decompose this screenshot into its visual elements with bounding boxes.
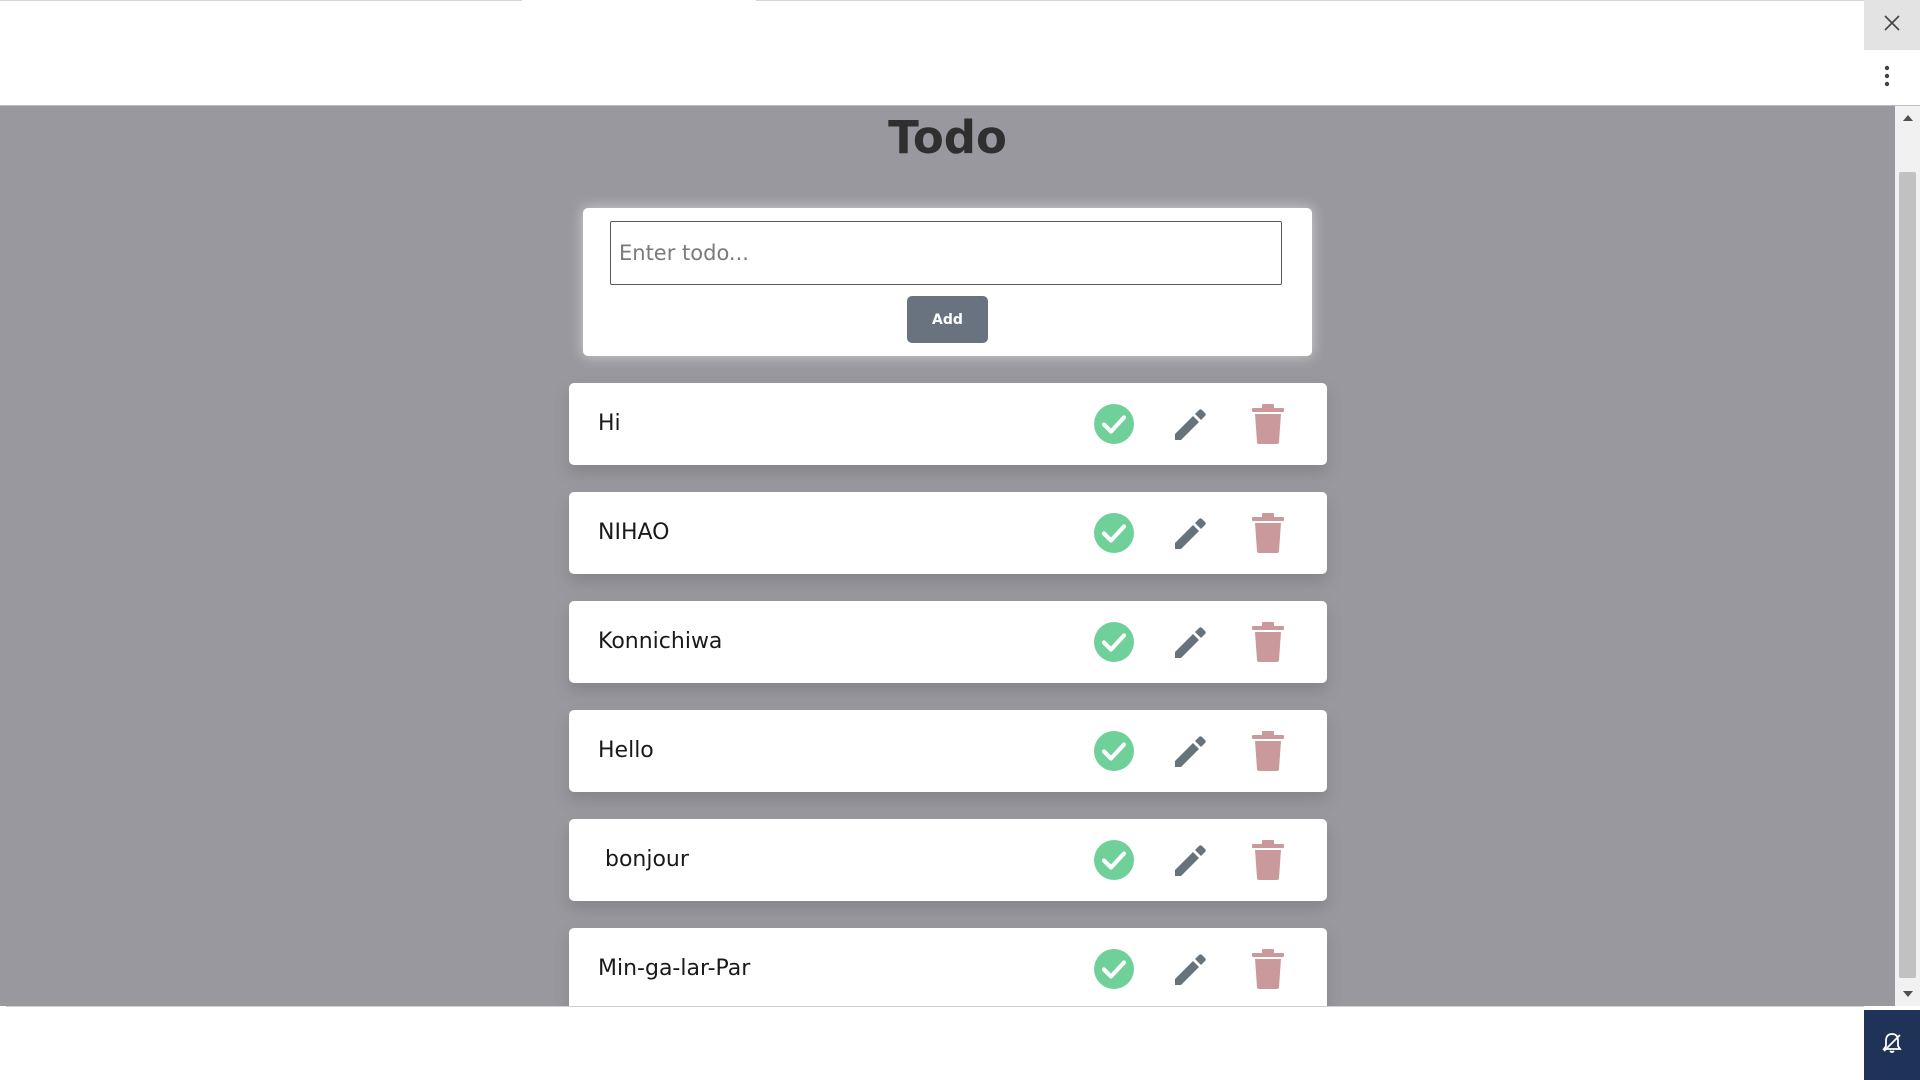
pencil-icon[interactable] bbox=[1169, 402, 1213, 446]
browser-top-bar bbox=[0, 0, 1920, 106]
page-viewport: Todo Add Hi NIHAO Konnichiwa Hello bbox=[0, 106, 1895, 1006]
check-circle-icon[interactable] bbox=[1092, 947, 1136, 991]
bottom-bar bbox=[0, 1006, 1920, 1080]
pencil-icon[interactable] bbox=[1169, 620, 1213, 664]
trash-icon[interactable] bbox=[1246, 402, 1290, 446]
todo-text: Hi bbox=[598, 411, 621, 436]
todo-text: NIHAO bbox=[598, 520, 670, 545]
check-circle-icon[interactable] bbox=[1092, 402, 1136, 446]
todo-item: bonjour bbox=[569, 819, 1327, 901]
check-circle-icon[interactable] bbox=[1092, 729, 1136, 773]
bell-icon bbox=[1880, 1031, 1904, 1059]
close-button[interactable] bbox=[1864, 0, 1920, 50]
todo-item: NIHAO bbox=[569, 492, 1327, 574]
page-title: Todo bbox=[888, 111, 1007, 164]
check-circle-icon[interactable] bbox=[1092, 511, 1136, 555]
pencil-icon[interactable] bbox=[1169, 947, 1213, 991]
todo-input[interactable] bbox=[610, 221, 1282, 285]
add-button[interactable]: Add bbox=[907, 296, 988, 343]
notification-button[interactable] bbox=[1864, 1010, 1920, 1080]
check-circle-icon[interactable] bbox=[1092, 620, 1136, 664]
vertical-scrollbar[interactable] bbox=[1895, 106, 1920, 1006]
scroll-down-arrow[interactable] bbox=[1895, 982, 1920, 1006]
trash-icon[interactable] bbox=[1246, 511, 1290, 555]
trash-icon[interactable] bbox=[1246, 729, 1290, 773]
top-divider-left bbox=[0, 0, 522, 1]
todo-item: Konnichiwa bbox=[569, 601, 1327, 683]
todo-text: bonjour bbox=[598, 847, 689, 872]
scroll-up-arrow[interactable] bbox=[1895, 106, 1920, 130]
check-circle-icon[interactable] bbox=[1092, 838, 1136, 882]
pencil-icon[interactable] bbox=[1169, 729, 1213, 773]
todo-text: Hello bbox=[598, 738, 654, 763]
todo-text: Konnichiwa bbox=[598, 629, 723, 654]
trash-icon[interactable] bbox=[1246, 947, 1290, 991]
todo-item: Min-ga-lar-Par bbox=[569, 928, 1327, 1006]
trash-icon[interactable] bbox=[1246, 838, 1290, 882]
todo-item: Hi bbox=[569, 383, 1327, 465]
pencil-icon[interactable] bbox=[1169, 511, 1213, 555]
top-divider-right bbox=[756, 0, 1864, 1]
close-icon bbox=[1883, 14, 1901, 36]
more-vertical-icon bbox=[1884, 65, 1890, 91]
add-todo-form: Add bbox=[583, 208, 1312, 356]
todo-text: Min-ga-lar-Par bbox=[598, 956, 751, 981]
scrollbar-thumb[interactable] bbox=[1899, 172, 1916, 978]
more-options-button[interactable] bbox=[1870, 58, 1904, 98]
todo-item: Hello bbox=[569, 710, 1327, 792]
pencil-icon[interactable] bbox=[1169, 838, 1213, 882]
trash-icon[interactable] bbox=[1246, 620, 1290, 664]
bottom-divider bbox=[6, 1006, 1864, 1007]
